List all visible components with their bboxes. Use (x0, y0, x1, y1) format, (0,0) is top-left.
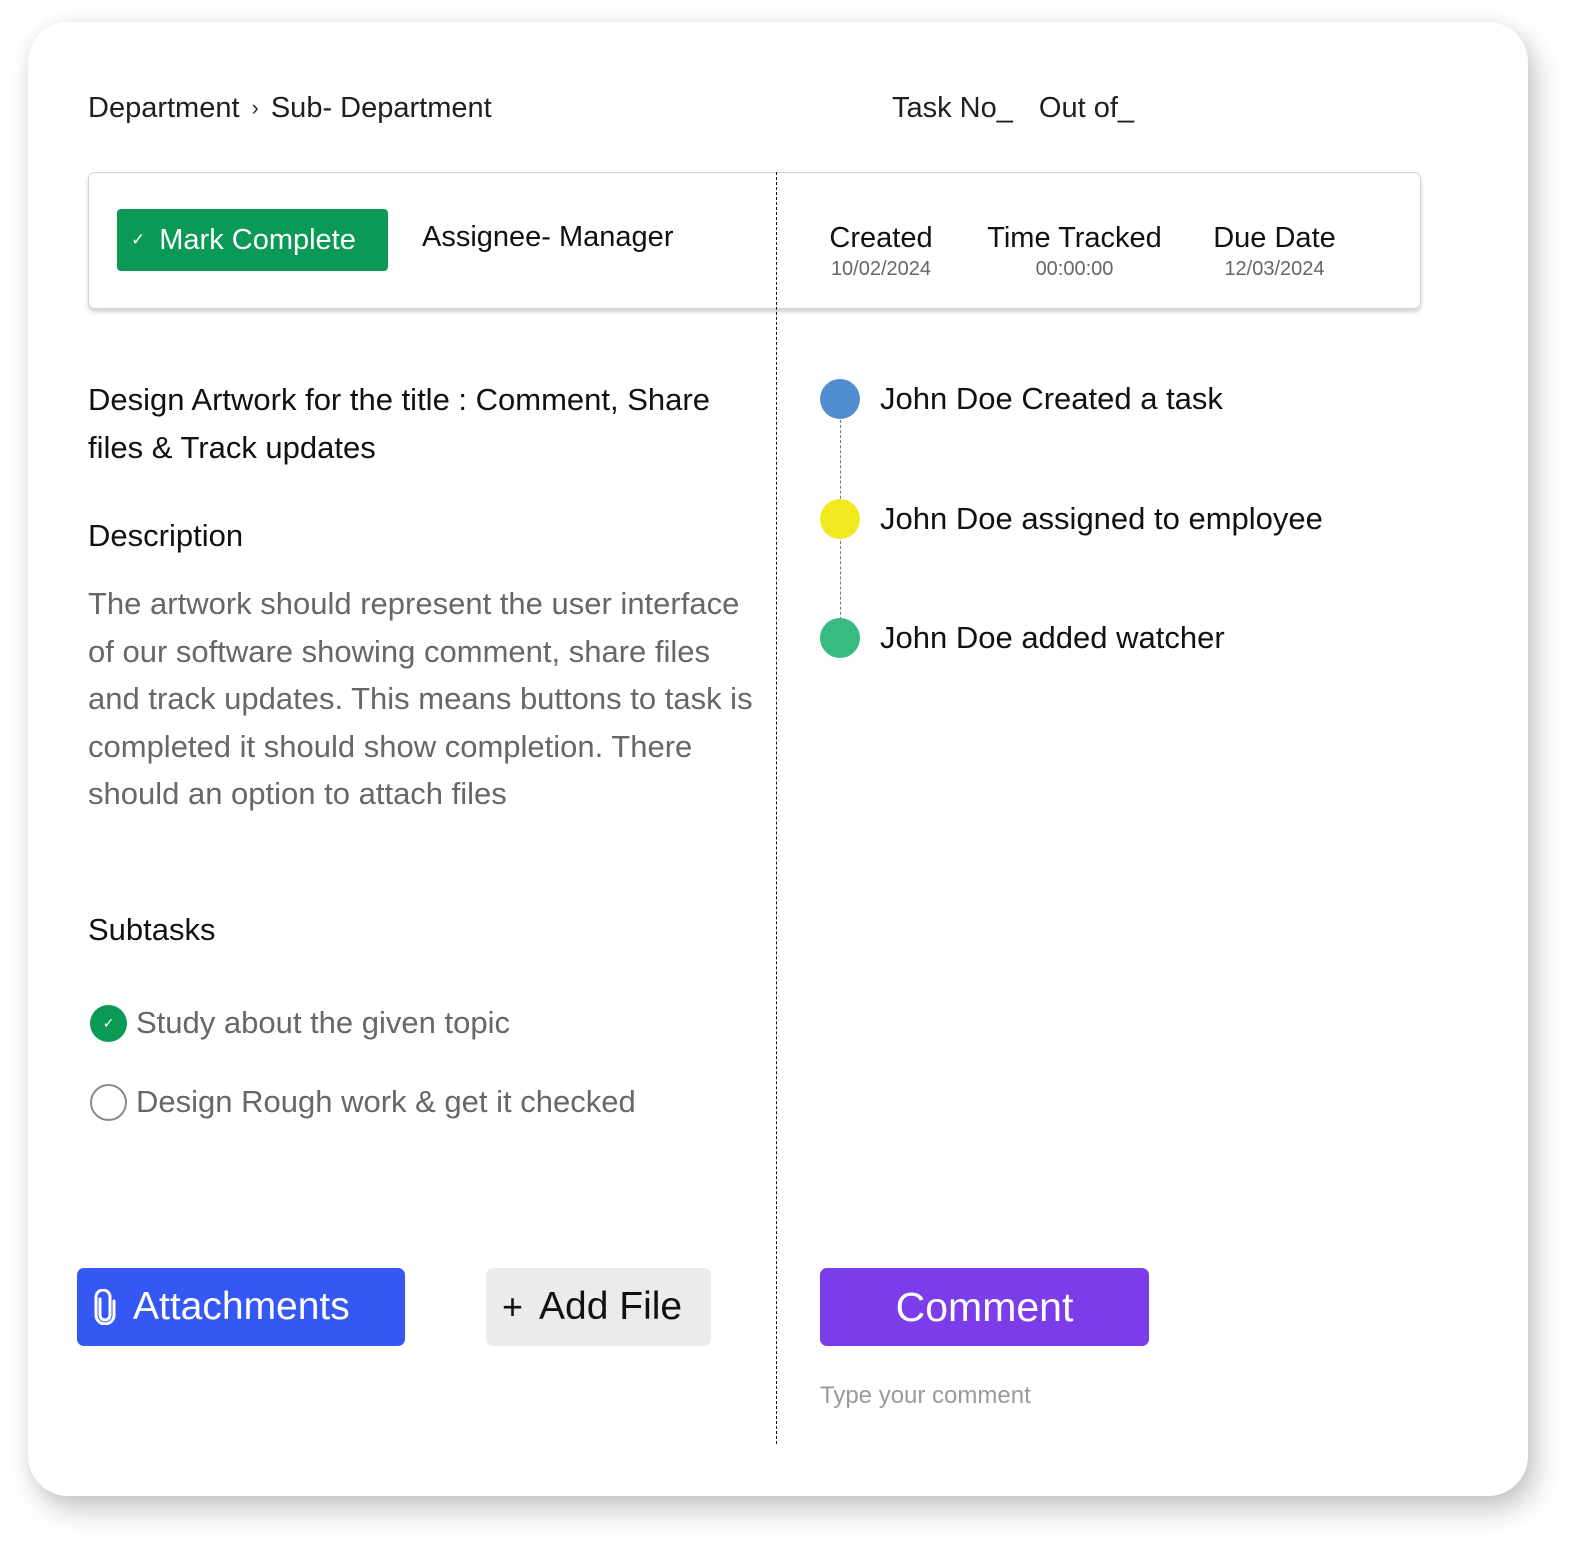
activity-text: John Doe assigned to employee (880, 501, 1323, 536)
chevron-right-icon: › (251, 95, 259, 120)
breadcrumb: Department › Sub- Department (88, 90, 492, 126)
activity-item: John Doe assigned to employee (820, 499, 1323, 539)
task-position: Task No_ Out of_ (892, 90, 1134, 126)
activity-item: John Doe Created a task (820, 379, 1223, 419)
mark-complete-button[interactable]: ✓ Mark Complete (117, 209, 388, 271)
due-date-value: 12/03/2024 (1224, 258, 1325, 280)
created-meta: Created 10/02/2024 (821, 221, 941, 283)
task-title: Design Artwork for the title : Comment, … (88, 382, 710, 465)
comment-input[interactable] (820, 1378, 1380, 1414)
out-of-label: Out of_ (1038, 91, 1135, 124)
due-date-meta: Due Date 12/03/2024 (1207, 221, 1342, 283)
paperclip-icon (93, 1289, 117, 1325)
add-file-label: Add File (539, 1285, 683, 1328)
activity-dot-icon (820, 379, 860, 419)
column-divider (776, 172, 777, 1444)
add-file-button[interactable]: + Add File (486, 1268, 711, 1346)
created-value: 10/02/2024 (830, 258, 932, 280)
comment-label: Comment (895, 1283, 1074, 1330)
activity-item: John Doe added watcher (820, 618, 1225, 658)
breadcrumb-sub-department[interactable]: Sub- Department (271, 92, 492, 125)
subtasks-heading: Subtasks (88, 912, 216, 947)
check-icon: ✓ (102, 1014, 115, 1031)
subtask-checkbox[interactable] (90, 1083, 127, 1121)
subtask-checkbox[interactable]: ✓ (90, 1004, 127, 1042)
activity-dot-icon (820, 618, 860, 658)
subtask-item: Design Rough work & get it checked (90, 1082, 636, 1122)
subtask-label: Study about the given topic (136, 1005, 510, 1040)
breadcrumb-department[interactable]: Department (88, 92, 240, 125)
assignee: Assignee- Manager (422, 221, 674, 253)
due-date-label: Due Date (1213, 222, 1336, 254)
attachments-button[interactable]: Attachments (77, 1268, 405, 1346)
subtask-label: Design Rough work & get it checked (136, 1084, 636, 1119)
plus-icon: + (502, 1286, 524, 1327)
time-tracked-meta: Time Tracked 00:00:00 (977, 221, 1172, 283)
task-no-label: Task No_ (892, 91, 1013, 124)
time-tracked-label: Time Tracked (987, 222, 1162, 254)
activity-text: John Doe added watcher (880, 620, 1225, 655)
created-label: Created (829, 222, 933, 254)
task-info-bar: ✓ Mark Complete Assignee- Manager Create… (88, 172, 1421, 309)
task-description: The artwork should represent the user in… (88, 586, 753, 811)
attachments-label: Attachments (133, 1285, 350, 1328)
comment-button[interactable]: Comment (820, 1268, 1149, 1346)
description-heading: Description (88, 518, 244, 553)
subtask-item: ✓ Study about the given topic (90, 1003, 510, 1043)
time-tracked-value: 00:00:00 (1035, 258, 1114, 280)
check-icon: ✓ (131, 230, 146, 249)
activity-dot-icon (820, 499, 860, 539)
activity-text: John Doe Created a task (880, 381, 1223, 416)
mark-complete-label: Mark Complete (159, 223, 356, 256)
